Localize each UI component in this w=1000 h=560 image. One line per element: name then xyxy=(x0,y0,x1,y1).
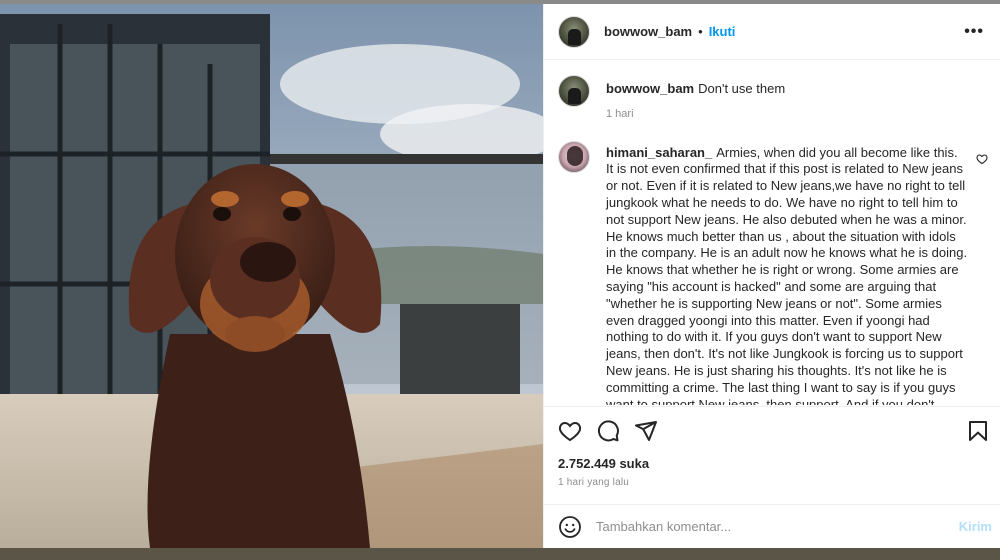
share-icon[interactable] xyxy=(634,419,658,443)
author-username[interactable]: bowwow_bam xyxy=(604,24,692,39)
post-comment-button[interactable]: Kirim xyxy=(959,519,992,534)
separator-dot: • xyxy=(698,24,703,39)
comments-list[interactable]: bowwow_bam Don't use them 1 hari himani_s… xyxy=(544,61,1000,405)
likes-count[interactable]: 2.752.449 suka xyxy=(558,456,649,471)
post-photo[interactable] xyxy=(0,4,543,548)
comment-like-heart-icon[interactable] xyxy=(976,153,988,165)
post-age[interactable]: 1 hari yang lalu xyxy=(558,477,629,488)
post-panel: bowwow_bam • Ikuti ••• bowwow_bam Don't u… xyxy=(543,4,1000,548)
caption-username[interactable]: bowwow_bam xyxy=(606,81,694,96)
emoji-icon[interactable] xyxy=(558,515,582,539)
post-header: bowwow_bam • Ikuti ••• xyxy=(544,4,1000,60)
background-strip xyxy=(0,548,1000,560)
commenter-username[interactable]: himani_saharan_ xyxy=(606,145,712,160)
caption-avatar[interactable] xyxy=(558,75,590,107)
post-modal: bowwow_bam • Ikuti ••• bowwow_bam Don't u… xyxy=(0,4,1000,548)
comment-input[interactable] xyxy=(596,519,959,534)
caption-time[interactable]: 1 hari xyxy=(606,106,968,123)
add-comment-bar: Kirim xyxy=(544,504,1000,548)
caption: bowwow_bam Don't use them 1 hari xyxy=(558,75,984,123)
caption-text: Don't use them xyxy=(698,81,786,96)
comment-icon[interactable] xyxy=(596,419,620,443)
author-avatar[interactable] xyxy=(558,15,590,48)
dog-photo-image xyxy=(0,4,543,548)
more-options-icon[interactable]: ••• xyxy=(964,23,984,41)
comment-text: Armies, when did you all become like thi… xyxy=(606,144,968,405)
bookmark-icon[interactable] xyxy=(966,419,990,443)
action-bar xyxy=(544,406,1000,454)
comment-item: himani_saharan_ Armies, when did you all … xyxy=(558,140,988,405)
follow-button[interactable]: Ikuti xyxy=(709,24,736,39)
heart-icon[interactable] xyxy=(558,419,582,443)
commenter-avatar[interactable] xyxy=(558,140,590,173)
